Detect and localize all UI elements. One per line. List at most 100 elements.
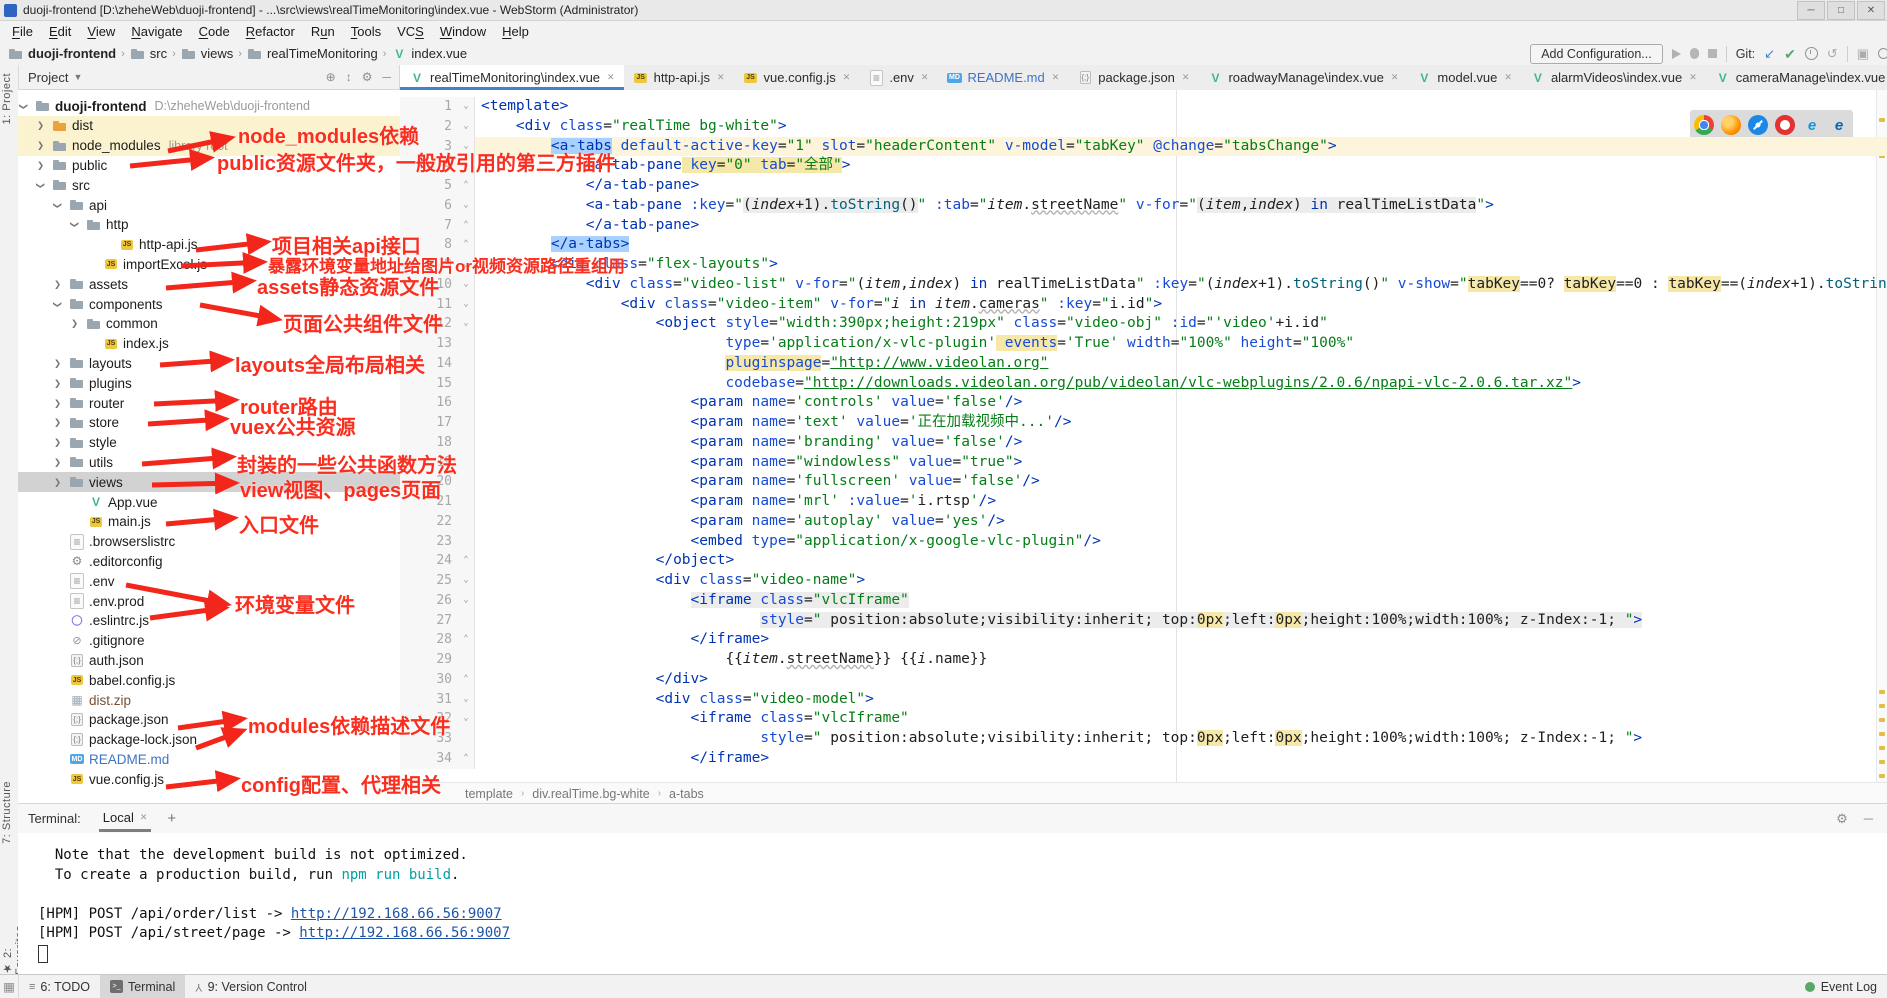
tool-window-switcher-icon[interactable]: ▦: [0, 975, 19, 998]
breadcrumb-item-views[interactable]: views: [181, 46, 234, 62]
status-item-terminal[interactable]: >_Terminal: [100, 975, 185, 998]
code-line-19[interactable]: 19 <param name="windowless" value="true"…: [400, 453, 1887, 473]
tree-item-dist-zip[interactable]: dist.zip: [18, 690, 400, 710]
hide-panel-icon[interactable]: ─: [1864, 811, 1873, 827]
chevron-right-icon[interactable]: ❯: [54, 437, 61, 448]
add-configuration-button[interactable]: Add Configuration...: [1530, 44, 1663, 64]
chevron-down-icon[interactable]: ❯: [69, 221, 80, 228]
code-line-25[interactable]: 25⌄ <div class="video-name">: [400, 571, 1887, 591]
tree-item-README-md[interactable]: README.md: [18, 749, 400, 769]
close-button[interactable]: ✕: [1857, 1, 1885, 20]
close-icon[interactable]: ✕: [843, 72, 851, 83]
chevron-right-icon[interactable]: ❯: [37, 140, 44, 151]
tree-item-auth-json[interactable]: auth.json: [18, 650, 400, 670]
menu-item-code[interactable]: Code: [192, 22, 237, 41]
menu-item-vcs[interactable]: VCS: [390, 22, 431, 41]
menu-item-edit[interactable]: Edit: [42, 22, 78, 41]
code-line-24[interactable]: 24⌃ </object>: [400, 551, 1887, 571]
stop-icon[interactable]: [1708, 49, 1717, 58]
close-icon[interactable]: ✕: [1689, 72, 1697, 83]
close-icon[interactable]: ✕: [1052, 72, 1060, 83]
menu-item-file[interactable]: File: [5, 22, 40, 41]
code-line-21[interactable]: 21 <param name='mrl' :value='i.rtsp'/>: [400, 492, 1887, 512]
chevron-right-icon[interactable]: ❯: [54, 398, 61, 409]
code-line-2[interactable]: 2⌄ <div class="realTime bg-white">: [400, 117, 1887, 137]
chevron-down-icon[interactable]: ❯: [35, 182, 46, 189]
gear-icon[interactable]: ⚙: [362, 70, 373, 84]
rollback-icon[interactable]: ↺: [1827, 47, 1838, 60]
code-line-32[interactable]: 32⌄ <iframe class="vlcIframe": [400, 709, 1887, 729]
editor-breadcrumb-div-realTime-bg-white[interactable]: div.realTime.bg-white: [532, 787, 649, 801]
terminal-tab-local[interactable]: Local ✕: [99, 805, 152, 832]
chevron-right-icon[interactable]: ❯: [54, 358, 61, 369]
close-icon[interactable]: ✕: [140, 812, 148, 823]
tree-item-api[interactable]: ❯api: [18, 195, 400, 215]
fold-marker[interactable]: ⌃: [458, 749, 475, 769]
terminal-panel[interactable]: Terminal: Local ✕ + ⚙ ─ Note that the de…: [18, 803, 1887, 976]
editor-breadcrumb-a-tabs[interactable]: a-tabs: [669, 787, 704, 801]
chevron-right-icon[interactable]: ❯: [54, 279, 61, 290]
tab-roadwayManage-index-vue[interactable]: roadwayManage\index.vue✕: [1198, 65, 1407, 90]
code-editor[interactable]: e e 1⌄<template>2⌄ <div class="realTime …: [400, 90, 1887, 782]
tree-item-main-js[interactable]: main.js: [18, 512, 400, 532]
code-line-16[interactable]: 16 <param name='controls' value='false'/…: [400, 393, 1887, 413]
locate-icon[interactable]: ⊕: [326, 70, 336, 84]
chevron-right-icon[interactable]: ❯: [37, 160, 44, 171]
close-icon[interactable]: ✕: [921, 72, 929, 83]
code-line-33[interactable]: 33 style=" position:absolute;visibility:…: [400, 729, 1887, 749]
tab-package-json[interactable]: package.json✕: [1068, 65, 1198, 90]
fold-marker[interactable]: ⌄: [458, 295, 475, 315]
chevron-down-icon[interactable]: ❯: [52, 300, 63, 307]
fold-marker[interactable]: ⌄: [458, 275, 475, 295]
menu-item-navigate[interactable]: Navigate: [124, 22, 189, 41]
code-line-29[interactable]: 29 {{item.streetName}} {{i.name}}: [400, 650, 1887, 670]
close-icon[interactable]: ✕: [717, 72, 725, 83]
code-line-6[interactable]: 6⌄ <a-tab-pane :key="(index+1).toString(…: [400, 196, 1887, 216]
menu-item-help[interactable]: Help: [495, 22, 536, 41]
close-icon[interactable]: ✕: [1391, 72, 1399, 83]
tab-vue-config-js[interactable]: vue.config.js✕: [734, 65, 860, 90]
fold-marker[interactable]: ⌄: [458, 709, 475, 729]
code-line-7[interactable]: 7⌃ </a-tab-pane>: [400, 216, 1887, 236]
code-line-11[interactable]: 11⌄ <div class="video-item" v-for="i in …: [400, 295, 1887, 315]
code-line-14[interactable]: 14 pluginspage="http://www.videolan.org": [400, 354, 1887, 374]
project-panel-header[interactable]: Project ▼ ⊕ ↕ ⚙ ─: [18, 65, 400, 90]
close-icon[interactable]: ✕: [1182, 72, 1190, 83]
code-line-23[interactable]: 23 <embed type="application/x-google-vlc…: [400, 532, 1887, 552]
tree-item-duoji-frontend[interactable]: ❯duoji-frontendD:\zheheWeb\duoji-fronten…: [18, 96, 400, 116]
run-anything-icon[interactable]: ▣: [1857, 47, 1869, 60]
code-line-3[interactable]: 3⌄ <a-tabs default-active-key="1" slot="…: [400, 137, 1887, 157]
git-update-icon[interactable]: ↙: [1764, 47, 1775, 60]
code-line-17[interactable]: 17 <param name='text' value='正在加载视频中...'…: [400, 413, 1887, 433]
chevron-down-icon[interactable]: ❯: [52, 201, 63, 208]
chevron-right-icon[interactable]: ❯: [37, 120, 44, 131]
breadcrumb-item-realTimeMonitoring[interactable]: realTimeMonitoring: [247, 46, 378, 62]
close-icon[interactable]: ✕: [607, 72, 615, 83]
code-line-22[interactable]: 22 <param name='autoplay' value='yes'/>: [400, 512, 1887, 532]
tool-strip-project[interactable]: 1: Project: [1, 73, 13, 124]
fold-marker[interactable]: ⌄: [458, 117, 475, 137]
fold-marker[interactable]: ⌄: [458, 571, 475, 591]
editor-breadcrumb-template[interactable]: template: [465, 787, 513, 801]
tab-README-md[interactable]: README.md✕: [937, 65, 1068, 90]
tab-model-vue[interactable]: model.vue✕: [1407, 65, 1521, 90]
menu-item-view[interactable]: View: [80, 22, 122, 41]
fold-marker[interactable]: ⌄: [458, 591, 475, 611]
fold-marker[interactable]: ⌃: [458, 630, 475, 650]
code-line-26[interactable]: 26⌄ <iframe class="vlcIframe": [400, 591, 1887, 611]
code-line-5[interactable]: 5⌃ </a-tab-pane>: [400, 176, 1887, 196]
fold-marker[interactable]: ⌄: [458, 690, 475, 710]
tree-item--gitignore[interactable]: .gitignore: [18, 631, 400, 651]
status-item-9-version-control[interactable]: Y9: Version Control: [185, 975, 317, 998]
tab-cameraManage-index-vue[interactable]: cameraManage\index.vue✕: [1706, 65, 1887, 90]
breadcrumb-item-duoji-frontend[interactable]: duoji-frontend: [8, 46, 116, 62]
menu-item-window[interactable]: Window: [433, 22, 493, 41]
code-line-20[interactable]: 20 <param name='fullscreen' value='false…: [400, 472, 1887, 492]
event-log-button[interactable]: Event Log: [1805, 980, 1877, 994]
hide-panel-icon[interactable]: ─: [382, 70, 391, 84]
code-line-1[interactable]: 1⌄<template>: [400, 97, 1887, 117]
chevron-right-icon[interactable]: ❯: [54, 417, 61, 428]
code-line-18[interactable]: 18 <param name='branding' value='false'/…: [400, 433, 1887, 453]
tab-http-api-js[interactable]: http-api.js✕: [624, 65, 734, 90]
code-line-4[interactable]: 4⌄ <a-tab-pane key="0" tab="全部">: [400, 156, 1887, 176]
